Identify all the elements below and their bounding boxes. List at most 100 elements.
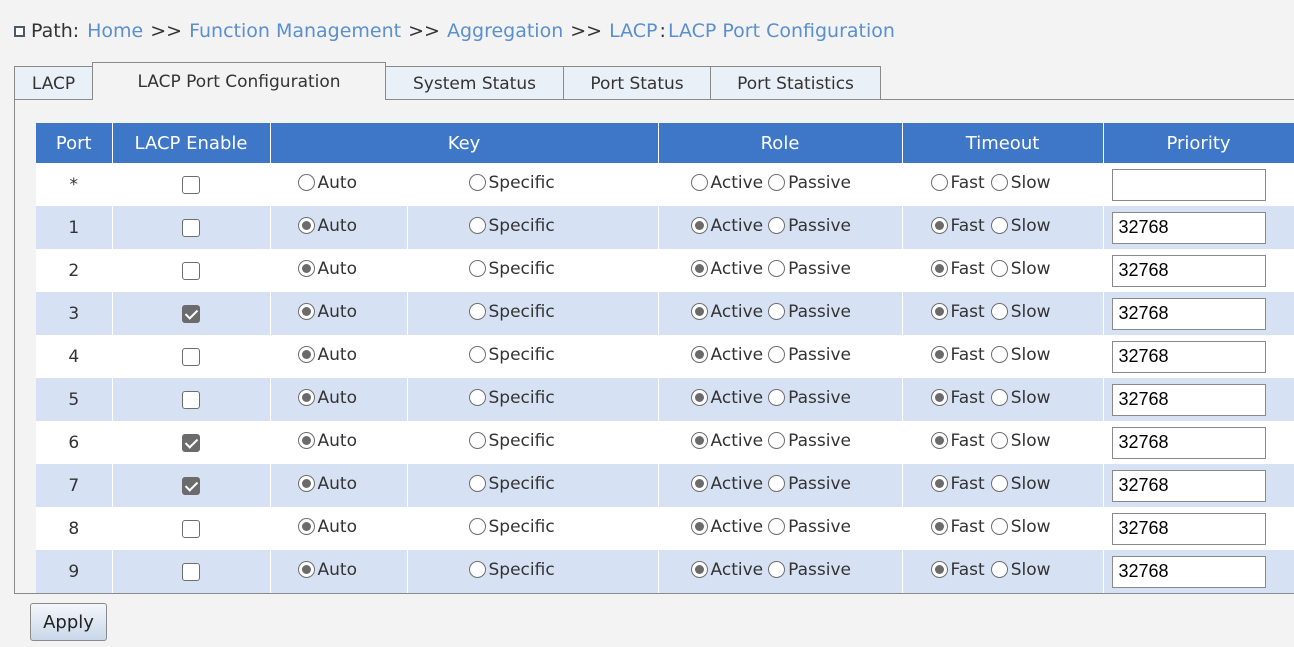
timeout-slow-option[interactable]: Slow	[990, 560, 1051, 580]
priority-input[interactable]	[1111, 383, 1266, 416]
lacp-enable-checkbox[interactable]	[182, 390, 200, 409]
key-auto-option[interactable]: Auto	[297, 517, 357, 537]
key-auto-option[interactable]: Auto	[297, 216, 357, 236]
key-specific-option[interactable]: Specific	[468, 216, 555, 236]
role-passive-radio[interactable]	[768, 389, 786, 407]
priority-input[interactable]	[1111, 512, 1266, 545]
role-passive-radio[interactable]	[768, 518, 786, 536]
timeout-fast-option[interactable]: Fast	[930, 173, 985, 193]
role-active-option[interactable]: Active	[690, 388, 763, 408]
role-passive-option[interactable]: Passive	[768, 259, 851, 279]
breadcrumb-lacp[interactable]: LACP	[609, 20, 657, 42]
key-specific-radio[interactable]	[468, 432, 486, 450]
timeout-fast-radio[interactable]	[930, 217, 948, 235]
timeout-fast-option[interactable]: Fast	[930, 431, 985, 451]
role-active-option[interactable]: Active	[690, 560, 763, 580]
timeout-slow-radio[interactable]	[990, 303, 1008, 321]
role-active-option[interactable]: Active	[690, 474, 763, 494]
timeout-slow-option[interactable]: Slow	[990, 474, 1051, 494]
timeout-slow-option[interactable]: Slow	[990, 302, 1051, 322]
lacp-enable-checkbox[interactable]	[182, 218, 200, 237]
timeout-slow-option[interactable]: Slow	[990, 173, 1051, 193]
priority-input[interactable]	[1111, 469, 1266, 502]
timeout-slow-radio[interactable]	[990, 346, 1008, 364]
role-passive-option[interactable]: Passive	[768, 517, 851, 537]
timeout-fast-radio[interactable]	[930, 518, 948, 536]
role-active-option[interactable]: Active	[690, 345, 763, 365]
key-auto-radio[interactable]	[297, 303, 315, 321]
timeout-fast-option[interactable]: Fast	[930, 216, 985, 236]
timeout-fast-option[interactable]: Fast	[930, 388, 985, 408]
role-passive-option[interactable]: Passive	[768, 474, 851, 494]
lacp-enable-checkbox[interactable]	[182, 304, 200, 323]
timeout-fast-radio[interactable]	[930, 260, 948, 278]
apply-button[interactable]: Apply	[30, 603, 107, 641]
timeout-slow-radio[interactable]	[990, 260, 1008, 278]
timeout-slow-option[interactable]: Slow	[990, 345, 1051, 365]
timeout-slow-radio[interactable]	[990, 174, 1008, 192]
role-active-option[interactable]: Active	[690, 302, 763, 322]
key-specific-option[interactable]: Specific	[468, 345, 555, 365]
key-auto-radio[interactable]	[297, 346, 315, 364]
priority-input[interactable]	[1111, 168, 1266, 201]
key-auto-option[interactable]: Auto	[297, 259, 357, 279]
priority-input[interactable]	[1111, 555, 1266, 588]
role-passive-option[interactable]: Passive	[768, 173, 851, 193]
timeout-fast-radio[interactable]	[930, 389, 948, 407]
role-active-option[interactable]: Active	[690, 431, 763, 451]
timeout-slow-radio[interactable]	[990, 432, 1008, 450]
lacp-enable-checkbox[interactable]	[182, 261, 200, 280]
timeout-slow-radio[interactable]	[990, 217, 1008, 235]
role-active-radio[interactable]	[690, 389, 708, 407]
timeout-slow-option[interactable]: Slow	[990, 259, 1051, 279]
breadcrumb-current[interactable]: LACP Port Configuration	[668, 20, 895, 42]
role-active-radio[interactable]	[690, 346, 708, 364]
key-auto-radio[interactable]	[297, 518, 315, 536]
timeout-fast-option[interactable]: Fast	[930, 259, 985, 279]
role-passive-option[interactable]: Passive	[768, 388, 851, 408]
lacp-enable-checkbox[interactable]	[182, 175, 200, 194]
priority-input[interactable]	[1111, 254, 1266, 287]
role-passive-radio[interactable]	[768, 174, 786, 192]
timeout-fast-option[interactable]: Fast	[930, 345, 985, 365]
timeout-slow-option[interactable]: Slow	[990, 388, 1051, 408]
role-passive-option[interactable]: Passive	[768, 345, 851, 365]
tab-lacp[interactable]: LACP	[14, 66, 93, 100]
priority-input[interactable]	[1111, 211, 1266, 244]
breadcrumb-aggregation[interactable]: Aggregation	[447, 20, 563, 42]
key-auto-radio[interactable]	[297, 217, 315, 235]
lacp-enable-checkbox[interactable]	[182, 562, 200, 581]
role-passive-option[interactable]: Passive	[768, 560, 851, 580]
tab-port-status[interactable]: Port Status	[563, 66, 711, 100]
key-auto-option[interactable]: Auto	[297, 302, 357, 322]
key-specific-radio[interactable]	[468, 346, 486, 364]
timeout-slow-radio[interactable]	[990, 518, 1008, 536]
key-auto-radio[interactable]	[297, 561, 315, 579]
role-passive-radio[interactable]	[768, 260, 786, 278]
priority-input[interactable]	[1111, 340, 1266, 373]
tab-port-statistics[interactable]: Port Statistics	[710, 66, 881, 100]
tab-lacp-port-configuration[interactable]: LACP Port Configuration	[92, 62, 386, 100]
key-auto-option[interactable]: Auto	[297, 345, 357, 365]
role-active-option[interactable]: Active	[690, 517, 763, 537]
key-specific-option[interactable]: Specific	[468, 474, 555, 494]
role-active-radio[interactable]	[690, 174, 708, 192]
timeout-fast-radio[interactable]	[930, 346, 948, 364]
key-specific-radio[interactable]	[468, 217, 486, 235]
role-active-radio[interactable]	[690, 561, 708, 579]
key-specific-radio[interactable]	[468, 303, 486, 321]
key-specific-option[interactable]: Specific	[468, 302, 555, 322]
timeout-slow-radio[interactable]	[990, 561, 1008, 579]
timeout-fast-radio[interactable]	[930, 432, 948, 450]
priority-input[interactable]	[1111, 297, 1266, 330]
timeout-slow-radio[interactable]	[990, 475, 1008, 493]
timeout-slow-option[interactable]: Slow	[990, 517, 1051, 537]
role-active-option[interactable]: Active	[690, 216, 763, 236]
key-specific-option[interactable]: Specific	[468, 173, 555, 193]
key-auto-option[interactable]: Auto	[297, 431, 357, 451]
role-passive-radio[interactable]	[768, 346, 786, 364]
lacp-enable-checkbox[interactable]	[182, 519, 200, 538]
key-auto-radio[interactable]	[297, 432, 315, 450]
key-specific-radio[interactable]	[468, 389, 486, 407]
key-specific-radio[interactable]	[468, 260, 486, 278]
